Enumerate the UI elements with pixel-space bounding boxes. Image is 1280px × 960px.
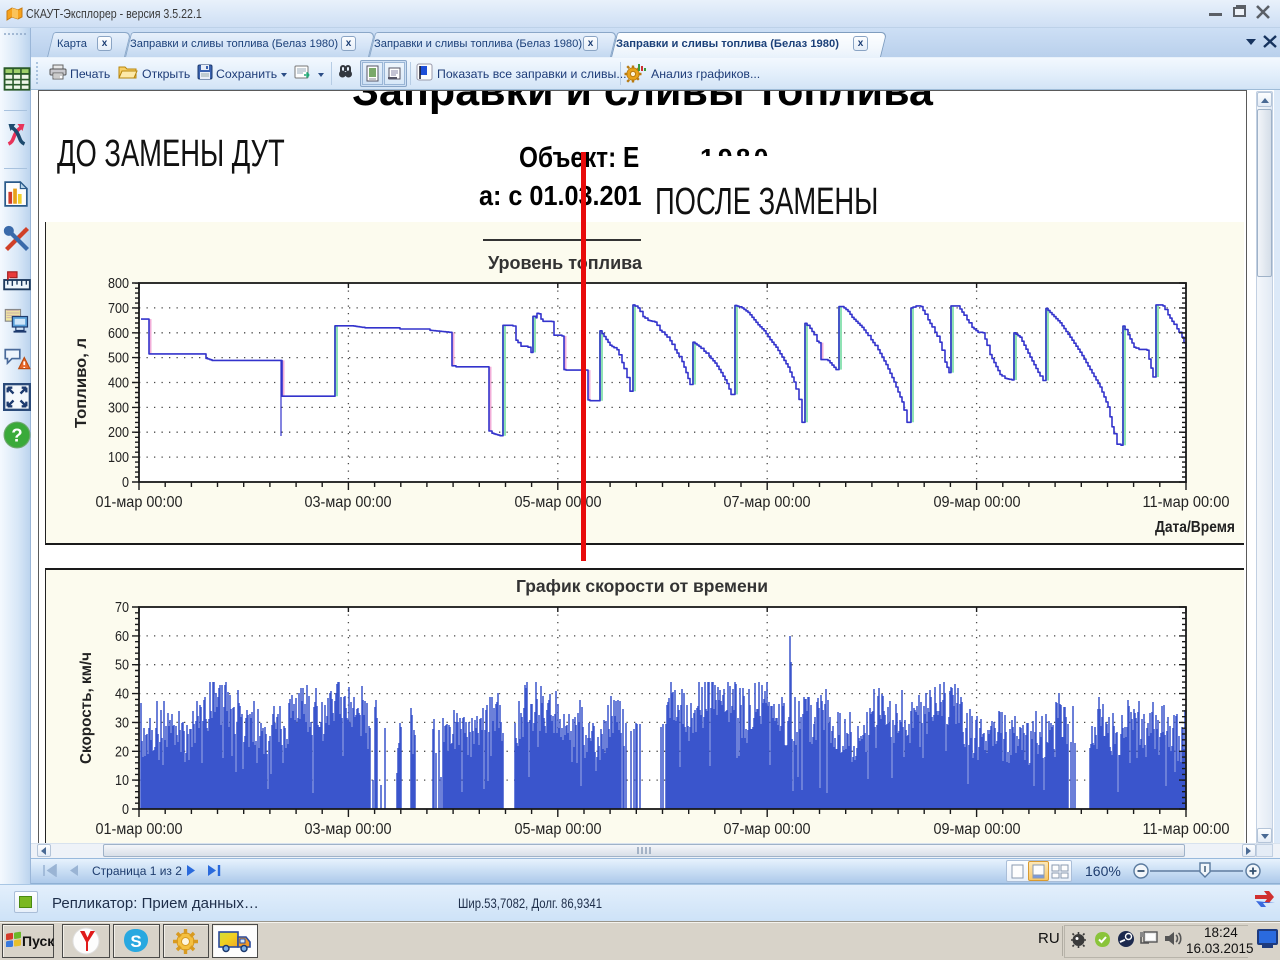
- svg-text:03-мар 00:00: 03-мар 00:00: [305, 494, 392, 511]
- svg-text:Дата/Время: Дата/Время: [1155, 519, 1235, 536]
- svg-text:Топливо, л: Топливо, л: [73, 338, 90, 428]
- svg-text:05-мар 00:00: 05-мар 00:00: [515, 821, 602, 838]
- svg-text:10: 10: [115, 773, 129, 789]
- svg-text:0: 0: [122, 802, 129, 818]
- svg-text:05-мар 00:00: 05-мар 00:00: [515, 494, 602, 511]
- svg-text:300: 300: [108, 400, 129, 416]
- svg-text:09-мар 00:00: 09-мар 00:00: [934, 494, 1021, 511]
- svg-text:100: 100: [108, 450, 129, 466]
- svg-text:70: 70: [115, 600, 129, 616]
- svg-text:01-мар 00:00: 01-мар 00:00: [96, 494, 183, 511]
- svg-text:01-мар 00:00: 01-мар 00:00: [96, 821, 183, 838]
- svg-text:60: 60: [115, 629, 129, 645]
- svg-text:400: 400: [108, 376, 129, 392]
- svg-text:40: 40: [115, 687, 129, 703]
- svg-text:500: 500: [108, 351, 129, 367]
- svg-text:800: 800: [108, 276, 129, 292]
- svg-text:S: S: [130, 932, 141, 951]
- svg-text:Скорость, км/ч: Скорость, км/ч: [78, 652, 95, 764]
- svg-text:600: 600: [108, 326, 129, 342]
- svg-text:0: 0: [122, 475, 129, 491]
- svg-text:03-мар 00:00: 03-мар 00:00: [305, 821, 392, 838]
- svg-text:07-мар 00:00: 07-мар 00:00: [724, 494, 811, 511]
- svg-text:200: 200: [108, 425, 129, 441]
- svg-text:700: 700: [108, 301, 129, 317]
- svg-text:11-мар 00:00: 11-мар 00:00: [1143, 494, 1230, 511]
- svg-text:07-мар 00:00: 07-мар 00:00: [724, 821, 811, 838]
- svg-text:30: 30: [115, 715, 129, 731]
- svg-text:20: 20: [115, 744, 129, 760]
- svg-text:11-мар 00:00: 11-мар 00:00: [1143, 821, 1230, 838]
- svg-text:09-мар 00:00: 09-мар 00:00: [934, 821, 1021, 838]
- svg-text:50: 50: [115, 658, 129, 674]
